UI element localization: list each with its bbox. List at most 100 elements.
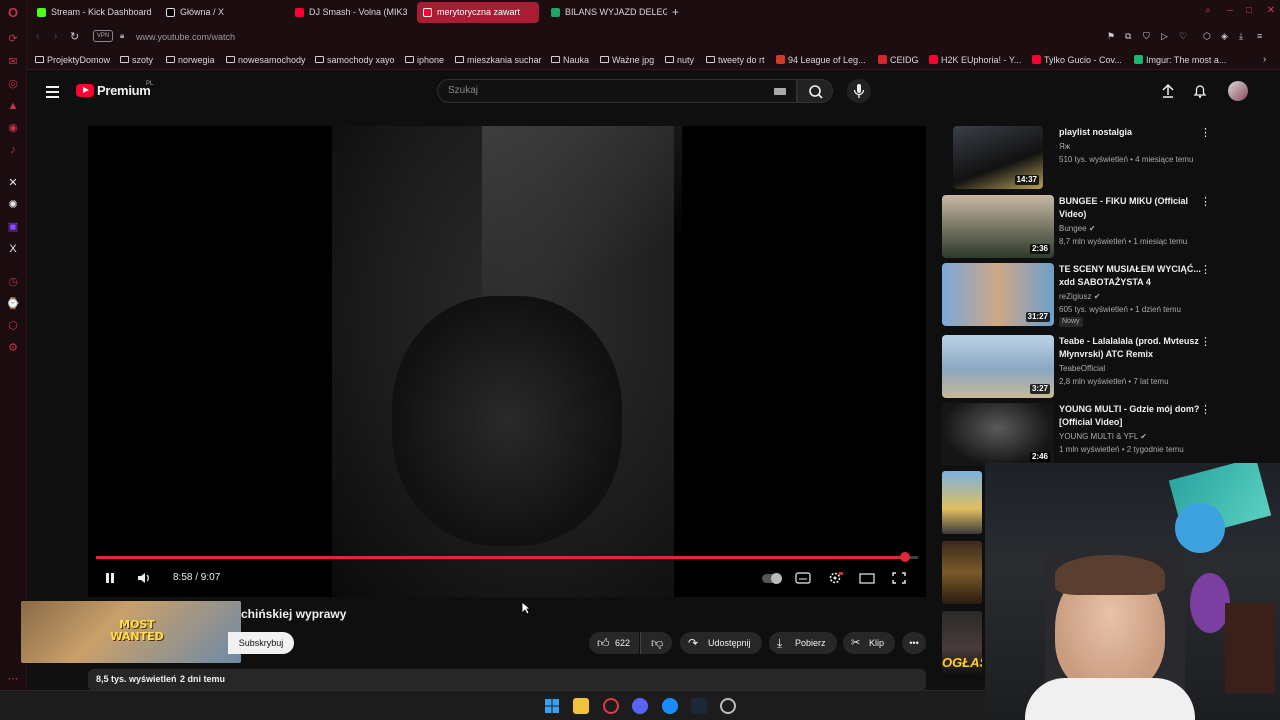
more-vertical-icon[interactable]: ⋮ (1200, 265, 1211, 276)
recommendation-channel[interactable]: TeabeOfficial (1059, 364, 1105, 374)
wallet-icon[interactable]: ◈ (1221, 31, 1231, 43)
subtitles-button[interactable] (795, 571, 811, 585)
tab-bilans[interactable]: BILANS WYJAZD DELEGA (545, 2, 667, 23)
recommendation-title[interactable]: Teabe - Lalalalala (prod. Mvteusz Młynvr… (1059, 335, 1209, 361)
bookmark-folder[interactable]: ProjektyDomow (35, 54, 110, 66)
bookmark-folder[interactable]: norwegia (166, 54, 215, 66)
like-button[interactable]: 👍︎ 622 (589, 632, 639, 654)
maximize-icon[interactable]: □ (1244, 6, 1254, 16)
search-input[interactable]: Szukaj (437, 79, 797, 103)
search-button[interactable] (797, 79, 833, 103)
dislike-button[interactable]: 👎︎ (640, 632, 672, 654)
chatgpt-icon[interactable]: ✺ (6, 198, 20, 212)
more-vertical-icon[interactable]: ⋮ (1200, 337, 1211, 348)
recommendation-title[interactable]: YOUNG MULTI - Gdzie mój dom? [Official V… (1059, 403, 1209, 429)
reload-icon[interactable]: ⟳ (6, 32, 20, 46)
extensions-icon[interactable]: ⬡ (1203, 31, 1213, 43)
back-icon[interactable]: ‹ (36, 31, 46, 43)
bookmark-folder[interactable]: tweety do rt (706, 54, 765, 66)
tab-active-youtube[interactable]: merytoryczna zawart (417, 2, 539, 23)
more-vertical-icon[interactable]: ⋮ (1200, 197, 1211, 208)
volume-button[interactable] (136, 571, 152, 585)
clip-button[interactable]: ✂ Klip (843, 632, 895, 654)
bookmark-site[interactable]: 94 League of Leg... (776, 54, 866, 66)
obs-icon[interactable] (720, 698, 736, 714)
shield-icon[interactable]: ⛉ (1143, 31, 1153, 43)
recommendation-item[interactable]: 3:27 Teabe - Lalalalala (prod. Mvteusz M… (942, 335, 1262, 399)
bookmark-folder[interactable]: nuty (665, 54, 694, 66)
x-sidebar-icon[interactable]: X (6, 242, 20, 256)
bookmark-site[interactable]: Imgur: The most a... (1134, 54, 1226, 66)
recommendation-item[interactable]: 14:37 playlist nostalgia Яж 510 tys. wyś… (942, 126, 1262, 190)
fullscreen-button[interactable] (891, 571, 907, 585)
vpn-badge[interactable]: VPN (93, 30, 113, 42)
bookmark-site[interactable]: H2K EUphoria! - Y... (929, 54, 1021, 66)
search-tabs-icon[interactable]: ⌕ (1203, 6, 1213, 16)
recommendation-item[interactable]: 2:46 YOUNG MULTI - Gdzie mój dom? [Offic… (942, 403, 1262, 467)
pause-button[interactable] (104, 571, 116, 585)
url-field[interactable]: www.youtube.com/watch (136, 29, 1136, 46)
more-actions-button[interactable]: ••• (902, 632, 926, 654)
more-sidebar-icon[interactable]: ⋯ (6, 672, 20, 686)
messenger-taskbar-icon[interactable] (662, 698, 678, 714)
kick-sidebar-icon[interactable]: ✕ (6, 176, 20, 190)
music-icon[interactable]: ♪ (6, 143, 20, 157)
voice-search-button[interactable] (847, 79, 871, 103)
bookmark-icon[interactable]: ⚑ (1107, 31, 1117, 43)
messenger-icon[interactable]: ✉ (6, 55, 20, 69)
heart-icon[interactable]: ♡ (1179, 31, 1189, 43)
tab-kick[interactable]: Stream - Kick Dashboard (31, 2, 157, 23)
recommendation-channel[interactable]: reZigiusz ✔ (1059, 292, 1100, 302)
reload-page-icon[interactable]: ↻ (70, 30, 82, 44)
bookmarks-more-icon[interactable]: › (1263, 54, 1273, 66)
bookmark-folder[interactable]: szoty (120, 54, 153, 66)
more-vertical-icon[interactable]: ⋮ (1200, 128, 1211, 139)
forward-icon[interactable]: › (54, 31, 64, 43)
video-thumbnail[interactable]: 2:36 (942, 195, 1054, 258)
tab-dj-smash[interactable]: DJ Smash - Volna (MIK3 (289, 2, 411, 23)
bookmark-site[interactable]: CEIDG (878, 54, 919, 66)
close-window-icon[interactable]: ✕ (1266, 6, 1276, 16)
screenshot-icon[interactable]: ⧉ (1125, 31, 1135, 43)
bookmark-folder[interactable]: iphone (405, 54, 444, 66)
settings-button[interactable] (827, 571, 843, 585)
video-thumbnail[interactable]: 2:46 (942, 403, 1054, 466)
video-player[interactable]: 8:58 / 9:07 (88, 126, 926, 597)
subscribe-button[interactable]: Subskrybuj (228, 632, 294, 654)
keyboard-icon[interactable] (774, 88, 786, 95)
description-box[interactable]: 8,5 tys. wyświetleń 2 dni temu (88, 669, 926, 691)
instagram-icon[interactable]: ◉ (6, 121, 20, 135)
settings-icon[interactable]: ⚙ (6, 341, 20, 355)
discord-icon[interactable] (632, 698, 648, 714)
bookmark-site[interactable]: Tylko Gucio - Cov... (1032, 54, 1122, 66)
download-icon[interactable]: ⤓ (1239, 31, 1249, 43)
video-thumbnail[interactable]: 31:27 (942, 263, 1054, 326)
recommendation-item[interactable]: 2:36 BUNGEE - FIKU MIKU (Official Video)… (942, 195, 1262, 259)
recommendation-channel[interactable]: Яж (1059, 142, 1070, 152)
recommendation-item[interactable]: 31:27 TE SCENY MUSIAŁEM WYCIĄĆ... xdd SA… (942, 263, 1262, 327)
youtube-logo-text[interactable]: Premium (97, 83, 151, 98)
play-icon[interactable]: ▷ (1161, 31, 1171, 43)
tab-x[interactable]: Główna / X (160, 2, 286, 23)
download-button[interactable]: ⤓ Pobierz (769, 632, 837, 654)
scrubber-handle[interactable] (899, 552, 910, 562)
video-thumbnail[interactable]: OGŁAS (942, 611, 982, 674)
recommendation-title[interactable]: playlist nostalgia (1059, 126, 1209, 139)
twitch-icon[interactable]: ▣ (6, 220, 20, 234)
menu-icon[interactable]: ≡ (1257, 31, 1267, 43)
sidebar-app-icon[interactable]: ▲ (6, 99, 20, 113)
opera-gx-icon[interactable] (603, 698, 619, 714)
lock-icon[interactable]: 🔒︎ (120, 31, 128, 41)
progress-bar[interactable] (96, 552, 918, 562)
bookmark-folder[interactable]: nowesamochody (226, 54, 306, 66)
bookmark-folder[interactable]: Ważne jpg (600, 54, 654, 66)
youtube-logo-icon[interactable] (76, 84, 94, 97)
new-tab-button[interactable]: + (672, 5, 684, 19)
recommendation-title[interactable]: TE SCENY MUSIAŁEM WYCIĄĆ... xdd SABOTAŻY… (1059, 263, 1209, 289)
autoplay-toggle[interactable] (762, 571, 782, 585)
notifications-button[interactable] (1192, 83, 1208, 99)
video-thumbnail[interactable]: 14:37 (953, 126, 1043, 189)
file-explorer-icon[interactable] (573, 698, 589, 714)
more-vertical-icon[interactable]: ⋮ (1200, 405, 1211, 416)
minimize-icon[interactable]: – (1225, 6, 1235, 16)
